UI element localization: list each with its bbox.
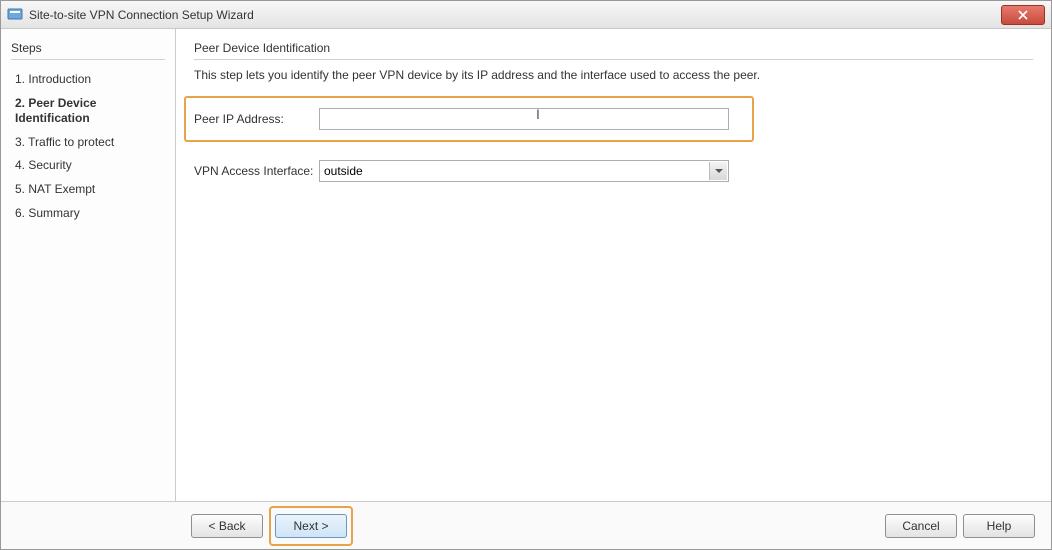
app-icon: [7, 7, 23, 23]
close-button[interactable]: [1001, 5, 1045, 25]
button-bar: < Back Next > Cancel Help: [1, 501, 1051, 549]
peer-ip-input[interactable]: [319, 108, 729, 130]
step-num: 3.: [15, 135, 25, 149]
nav-buttons-right: Cancel Help: [885, 514, 1035, 538]
step-num: 1.: [15, 72, 25, 86]
step-label: Summary: [28, 206, 79, 220]
back-button[interactable]: < Back: [191, 514, 263, 538]
peer-ip-label: Peer IP Address:: [194, 112, 319, 126]
steps-list: 1. Introduction 2. Peer Device Identific…: [11, 68, 165, 225]
next-button-highlight: Next >: [269, 506, 353, 546]
step-num: 6.: [15, 206, 25, 220]
close-icon: [1018, 10, 1028, 20]
step-introduction[interactable]: 1. Introduction: [11, 68, 165, 92]
step-num: 5.: [15, 182, 25, 196]
title-bar: Site-to-site VPN Connection Setup Wizard: [1, 1, 1051, 29]
panel-title: Peer Device Identification: [194, 41, 1033, 60]
step-label: Peer Device Identification: [15, 96, 96, 126]
panel-spacer: [194, 200, 1033, 501]
step-label: NAT Exempt: [28, 182, 95, 196]
step-traffic-to-protect[interactable]: 3. Traffic to protect: [11, 131, 165, 155]
content-area: Steps 1. Introduction 2. Peer Device Ide…: [1, 29, 1051, 501]
step-num: 4.: [15, 158, 25, 172]
vpn-access-interface-row: VPN Access Interface: outside: [194, 160, 754, 182]
main-panel: Peer Device Identification This step let…: [176, 29, 1051, 501]
vpn-access-interface-select[interactable]: outside: [319, 160, 729, 182]
cancel-button[interactable]: Cancel: [885, 514, 957, 538]
nav-buttons-left: < Back Next >: [191, 506, 353, 546]
peer-ip-row: Peer IP Address: I: [184, 96, 754, 142]
steps-sidebar: Steps 1. Introduction 2. Peer Device Ide…: [1, 29, 176, 501]
step-peer-device-identification[interactable]: 2. Peer Device Identification: [11, 92, 165, 131]
wizard-window: Site-to-site VPN Connection Setup Wizard…: [0, 0, 1052, 550]
step-label: Introduction: [28, 72, 91, 86]
window-title: Site-to-site VPN Connection Setup Wizard: [29, 8, 1001, 22]
help-button[interactable]: Help: [963, 514, 1035, 538]
step-label: Traffic to protect: [28, 135, 114, 149]
step-label: Security: [28, 158, 71, 172]
step-nat-exempt[interactable]: 5. NAT Exempt: [11, 178, 165, 202]
panel-description: This step lets you identify the peer VPN…: [194, 68, 1033, 82]
next-button[interactable]: Next >: [275, 514, 347, 538]
vpn-access-interface-select-wrap: outside: [319, 160, 729, 182]
step-num: 2.: [15, 96, 25, 110]
step-security[interactable]: 4. Security: [11, 154, 165, 178]
vpn-access-interface-label: VPN Access Interface:: [194, 164, 319, 178]
step-summary[interactable]: 6. Summary: [11, 202, 165, 226]
steps-heading: Steps: [11, 41, 165, 60]
